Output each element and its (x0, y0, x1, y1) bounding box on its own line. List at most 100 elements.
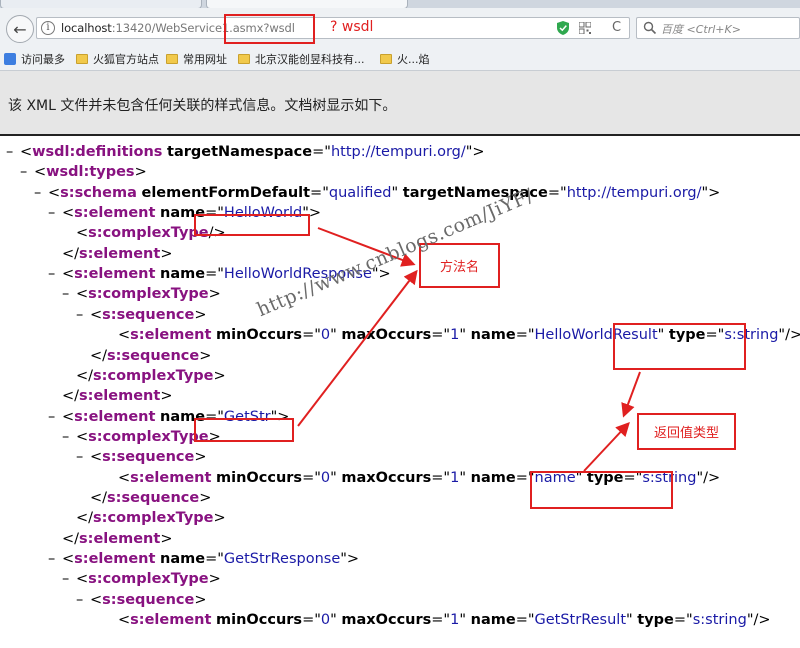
back-button[interactable]: ← (6, 15, 34, 43)
xml-punct: > (213, 368, 226, 384)
bookmark-beijing-hanergy[interactable]: 北京汉能创昱科技有... (238, 51, 365, 67)
xml-attr-value: 0 (320, 470, 331, 486)
xml-tag-name: s:complexType (88, 429, 209, 445)
xml-tag-name: wsdl:types (46, 164, 135, 180)
collapse-toggle[interactable]: – (20, 162, 34, 182)
xml-punct: </ (76, 368, 94, 384)
xml-punct: > (208, 286, 221, 302)
xml-punct: < (76, 571, 89, 587)
collapse-toggle[interactable]: – (76, 590, 90, 610)
xml-line: – <s:complexType> (62, 569, 221, 589)
collapse-toggle[interactable]: – (76, 447, 90, 467)
collapse-toggle[interactable]: – (48, 203, 62, 223)
xml-attr-value: GetStrResponse (223, 551, 341, 567)
xml-tag-name: s:element (79, 531, 161, 547)
xml-tag-name: s:sequence (102, 307, 195, 323)
xml-punct: > (208, 571, 221, 587)
xml-punct: > (134, 164, 147, 180)
xml-punct: < (118, 327, 131, 343)
xml-info-text: 该 XML 文件并未包含任何关联的样式信息。文档树显示如下。 (8, 98, 397, 114)
xml-punct: =" (312, 144, 331, 160)
xml-tag-name: s:element (74, 551, 156, 567)
collapse-toggle[interactable]: – (48, 407, 62, 427)
xml-punct: =" (431, 327, 451, 343)
xml-tag-name: s:complexType (88, 571, 209, 587)
xml-attr-value: 1 (450, 470, 460, 486)
type-string-highlight-box-2 (530, 471, 673, 509)
xml-punct: </ (62, 246, 80, 262)
xml-punct: > (160, 531, 173, 547)
site-info-icon[interactable]: i (41, 21, 55, 35)
type-string-highlight-box-1 (613, 323, 746, 370)
xml-punct: "> (340, 551, 360, 567)
xml-attr-name: name (470, 612, 516, 628)
xml-punct: > (194, 449, 207, 465)
xml-tag-name: s:sequence (102, 449, 195, 465)
xml-punct: > (160, 388, 173, 404)
bookmarks-toolbar: 访问最多 火狐官方站点 常用网址 北京汉能创昱科技有... 火...焰 (0, 48, 800, 71)
navigation-toolbar: ← i localhost:13420/WebService1.asmx?wsd… (0, 8, 800, 48)
xml-line: – <wsdl:definitions targetNamespace="http… (6, 142, 485, 162)
xml-punct: " (459, 470, 467, 486)
xml-tag-name: s:complexType (88, 225, 209, 241)
tab-strip (0, 0, 800, 9)
xml-attr-name: minOccurs (216, 327, 303, 343)
xml-line: </s:complexType> (62, 366, 226, 386)
reload-icon[interactable]: C (612, 20, 621, 35)
xml-attr-name: elementFormDefault (141, 185, 311, 201)
xml-punct: " (330, 612, 337, 628)
collapse-toggle[interactable]: – (48, 264, 62, 284)
xml-tag-name: wsdl:definitions (32, 144, 163, 160)
xml-tag-name: s:sequence (107, 348, 200, 364)
collapse-toggle[interactable]: – (62, 284, 76, 304)
collapse-toggle[interactable]: – (62, 569, 76, 589)
xml-punct: < (76, 286, 89, 302)
xml-line: – <s:sequence> (76, 590, 207, 610)
xml-attr-value: qualified (328, 185, 392, 201)
collapse-toggle[interactable]: – (6, 142, 20, 162)
xml-punct: =" (515, 612, 535, 628)
bookmark-most-visited[interactable]: 访问最多 (4, 51, 65, 67)
xml-attr-name: minOccurs (216, 470, 303, 486)
xml-tag-name: s:element (130, 612, 212, 628)
collapse-toggle[interactable]: – (62, 427, 76, 447)
xml-line: <s:element minOccurs="0" maxOccurs="1" n… (104, 610, 771, 630)
getstr-highlight-box (194, 418, 294, 442)
search-bar[interactable]: 百度 <Ctrl+K> (636, 17, 800, 39)
shield-icon[interactable] (557, 21, 569, 35)
folder-icon (166, 54, 178, 64)
folder-icon (238, 54, 250, 64)
bookmark-firefox-official[interactable]: 火狐官方站点 (76, 51, 159, 67)
xml-tag-name: s:schema (60, 185, 137, 201)
xml-punct: =" (431, 470, 451, 486)
xml-attr-name: targetNamespace (167, 144, 313, 160)
return-type-label: 返回值类型 (653, 426, 719, 441)
xml-punct: " (626, 612, 633, 628)
xml-tag-name: s:element (79, 388, 161, 404)
collapse-toggle[interactable]: – (34, 183, 48, 203)
xml-tag-name: s:element (130, 470, 212, 486)
bookmark-label: 火狐官方站点 (93, 53, 159, 66)
xml-line: – <s:schema elementFormDefault="qualified… (34, 183, 720, 203)
xml-attr-name: maxOccurs (341, 612, 432, 628)
xml-attr-value: 0 (320, 612, 331, 628)
xml-punct: "/> (696, 470, 721, 486)
xml-punct: < (48, 185, 61, 201)
xml-attr-value: http://tempuri.org/ (566, 185, 702, 201)
collapse-toggle[interactable]: – (48, 549, 62, 569)
xml-line: – <wsdl:types> (20, 162, 147, 182)
collapse-toggle[interactable]: – (76, 305, 90, 325)
bookmark-flame[interactable]: 火...焰 (380, 51, 430, 67)
method-name-label: 方法名 (439, 260, 479, 275)
bookmark-label: 常用网址 (183, 53, 227, 66)
xml-punct: =" (205, 551, 224, 567)
xml-punct: =" (310, 185, 329, 201)
qr-code-icon[interactable] (579, 22, 591, 34)
bookmark-common-sites[interactable]: 常用网址 (166, 51, 227, 67)
xml-punct: =" (547, 185, 567, 201)
xml-punct: < (62, 266, 75, 282)
bookmark-label: 访问最多 (21, 53, 65, 66)
xml-line: </s:sequence> (76, 488, 211, 508)
xml-info-banner: 该 XML 文件并未包含任何关联的样式信息。文档树显示如下。 (0, 71, 800, 136)
xml-line: </s:complexType> (62, 508, 226, 528)
